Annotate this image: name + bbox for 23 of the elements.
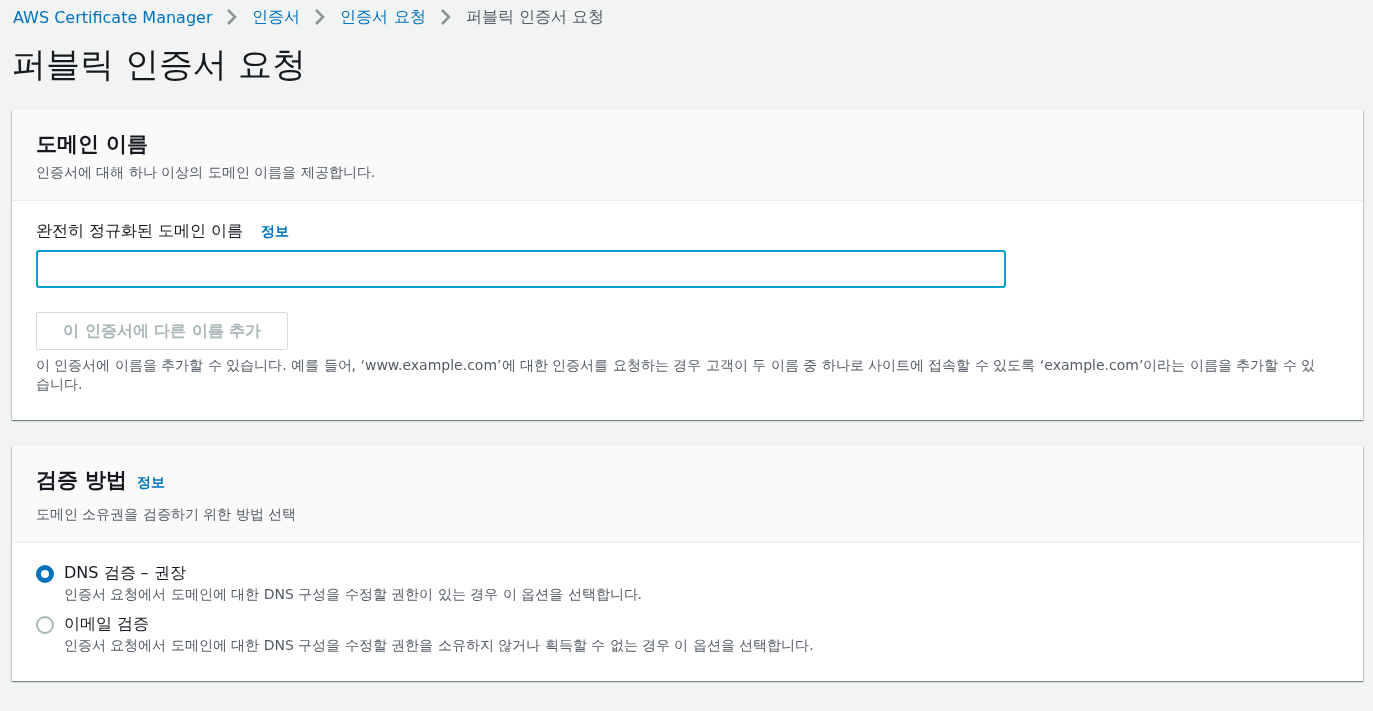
chevron-right-icon [314,9,327,25]
breadcrumb-link[interactable]: 인증서 요청 [340,6,426,28]
breadcrumb-link[interactable]: 인증서 [252,6,301,28]
chevron-right-icon [439,9,452,25]
option-label: DNS 검증 – 권장 [64,563,187,584]
domain-name-input[interactable] [36,250,1006,288]
radio-button[interactable] [36,565,54,583]
option-description: 인증서 요청에서 도메인에 대한 DNS 구성을 수정할 권한이 있는 경우 이 옵션을 선택합니다. [64,586,642,604]
page-title: 퍼블릭 인증서 요청 [12,43,307,86]
field-label: 완전히 정규화된 도메인 이름 [36,221,244,242]
current-page-label: 퍼블릭 인증서 요청 [465,6,604,28]
info-link[interactable]: 정보 [261,223,290,241]
option-description: 인증서 요청에서 도메인에 대한 DNS 구성을 수정할 권한을 소유하지 않거나 획득할 수 없는 경우 이 옵션을 선택합니다. [64,637,814,655]
panel-title: 도메인 이름 [36,131,150,158]
hint-text: 이 인증서에 이름을 추가할 수 있습니다. 예를 들어, ‘www.example.com’에 대한 인증서를 요청하는 경우 고객이 두 이름 중 하나로 사이트에 접속할 수 있도록 ‘example.com’이라는 이름을 추가할 수 있습니다. [36,356,1317,394]
info-link[interactable]: 정보 [137,474,166,492]
panel-description: 인증서에 대해 하나 이상의 도메인 이름을 제공합니다. [36,164,377,182]
breadcrumb-link[interactable]: AWS Certificate Manager [13,7,213,27]
radio-button[interactable] [36,616,54,634]
panel-description: 도메인 소유권을 검증하기 위한 방법 선택 [36,506,298,524]
panel-title: 검증 방법 [36,467,128,494]
option-label: 이메일 검증 [64,614,151,635]
chevron-right-icon [226,9,239,25]
